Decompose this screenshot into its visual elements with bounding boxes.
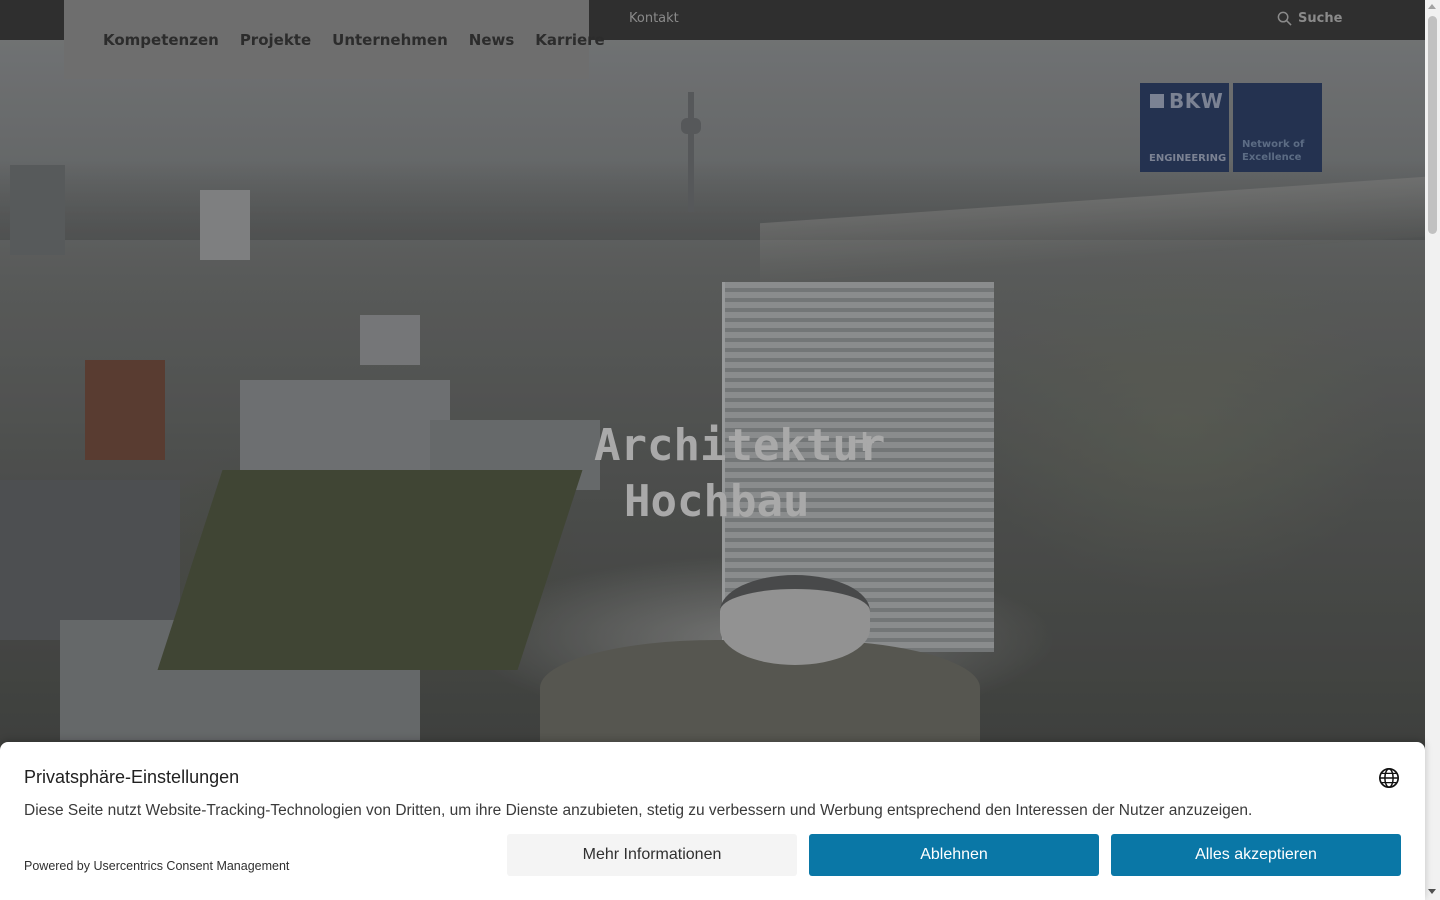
nav-item-kompetenzen[interactable]: Kompetenzen bbox=[103, 31, 219, 49]
more-info-button[interactable]: Mehr Informationen bbox=[507, 834, 797, 876]
logo-mark-icon bbox=[1150, 94, 1164, 108]
scroll-thumb[interactable] bbox=[1428, 16, 1437, 234]
logo-network: Network of Excellence bbox=[1242, 138, 1304, 164]
accept-all-button[interactable]: Alles akzeptieren bbox=[1111, 834, 1401, 876]
page-scrollbar[interactable] bbox=[1425, 0, 1440, 900]
search-button[interactable]: Suche bbox=[1277, 11, 1342, 26]
consent-banner: Privatsphäre-Einstellungen Diese Seite n… bbox=[0, 742, 1425, 900]
deny-button[interactable]: Ablehnen bbox=[809, 834, 1099, 876]
logo-network-line2: Excellence bbox=[1242, 152, 1302, 163]
consent-text: Diese Seite nutzt Website-Tracking-Techn… bbox=[24, 802, 1253, 819]
logo-brand: BKW bbox=[1169, 89, 1224, 113]
search-label: Suche bbox=[1298, 11, 1343, 26]
consent-title: Privatsphäre-Einstellungen bbox=[24, 767, 240, 787]
logo-right-tile: Network of Excellence bbox=[1233, 83, 1322, 172]
logo-left-tile: BKW ENGINEERING bbox=[1140, 83, 1229, 172]
nav-item-unternehmen[interactable]: Unternehmen bbox=[332, 31, 448, 49]
hero-plus: + bbox=[852, 424, 878, 459]
scroll-up-arrow[interactable] bbox=[1428, 4, 1436, 9]
scroll-down-arrow[interactable] bbox=[1428, 889, 1436, 894]
logo-network-line1: Network of bbox=[1242, 139, 1305, 150]
contact-link[interactable]: Kontakt bbox=[629, 11, 679, 26]
logo-engineering: ENGINEERING bbox=[1149, 153, 1227, 164]
hero-title-line2: Hochbau bbox=[624, 476, 810, 527]
powered-by[interactable]: Powered by Usercentrics Consent Manageme… bbox=[24, 859, 289, 873]
nav-item-news[interactable]: News bbox=[469, 31, 515, 49]
hero-title: Architektur Hochbau bbox=[594, 418, 894, 530]
main-nav: Kompetenzen Projekte Unternehmen News Ka… bbox=[64, 0, 605, 79]
hero-title-line1: Architektur bbox=[594, 420, 886, 471]
nav-item-projekte[interactable]: Projekte bbox=[240, 31, 311, 49]
bkw-logo[interactable]: BKW ENGINEERING Network of Excellence bbox=[1140, 83, 1322, 172]
globe-icon[interactable] bbox=[1378, 767, 1400, 789]
nav-item-karriere[interactable]: Karriere bbox=[535, 31, 604, 49]
search-icon bbox=[1277, 11, 1292, 26]
